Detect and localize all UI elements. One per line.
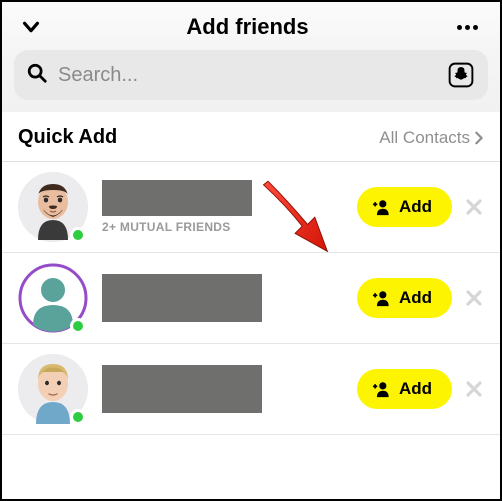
dismiss-button[interactable] (456, 371, 492, 407)
friend-name-redacted (102, 180, 252, 216)
all-contacts-label: All Contacts (379, 128, 470, 148)
add-friend-icon (371, 289, 391, 307)
friend-suggestion-row: Add (2, 344, 500, 435)
online-indicator-icon (70, 409, 86, 425)
friend-suggestion-row: 2+ MUTUAL FRIENDS Add (2, 162, 500, 253)
add-button-label: Add (399, 197, 432, 217)
search-bar[interactable] (14, 50, 488, 100)
search-container (2, 50, 500, 112)
section-header: Quick Add All Contacts (2, 112, 500, 161)
page-title: Add friends (186, 14, 308, 40)
online-indicator-icon (70, 318, 86, 334)
friend-info (102, 365, 357, 413)
add-button-label: Add (399, 379, 432, 399)
add-button-label: Add (399, 288, 432, 308)
quick-add-list: 2+ MUTUAL FRIENDS Add Add (2, 161, 500, 435)
snapcode-scan-icon[interactable] (446, 60, 476, 90)
online-indicator-icon (70, 227, 86, 243)
close-icon (465, 198, 483, 216)
dismiss-button[interactable] (456, 189, 492, 225)
close-icon (465, 380, 483, 398)
avatar[interactable] (18, 172, 88, 242)
search-input[interactable] (58, 64, 436, 87)
friend-info: 2+ MUTUAL FRIENDS (102, 180, 357, 234)
avatar[interactable] (18, 263, 88, 333)
add-friend-icon (371, 380, 391, 398)
friend-info (102, 274, 357, 322)
close-icon (465, 289, 483, 307)
friend-suggestion-row: Add (2, 253, 500, 344)
add-friend-button[interactable]: Add (357, 278, 452, 318)
close-chevron-icon[interactable] (20, 16, 42, 38)
add-friend-icon (371, 198, 391, 216)
mutual-friends-label: 2+ MUTUAL FRIENDS (102, 220, 357, 234)
more-options-icon[interactable] (453, 21, 482, 34)
dismiss-button[interactable] (456, 280, 492, 316)
all-contacts-link[interactable]: All Contacts (379, 128, 484, 148)
add-friend-button[interactable]: Add (357, 187, 452, 227)
friend-name-redacted (102, 365, 262, 413)
search-icon (26, 62, 48, 89)
avatar[interactable] (18, 354, 88, 424)
section-title: Quick Add (18, 126, 117, 149)
chevron-right-icon (474, 131, 484, 145)
header: Add friends (2, 2, 500, 50)
add-friend-button[interactable]: Add (357, 369, 452, 409)
friend-name-redacted (102, 274, 262, 322)
